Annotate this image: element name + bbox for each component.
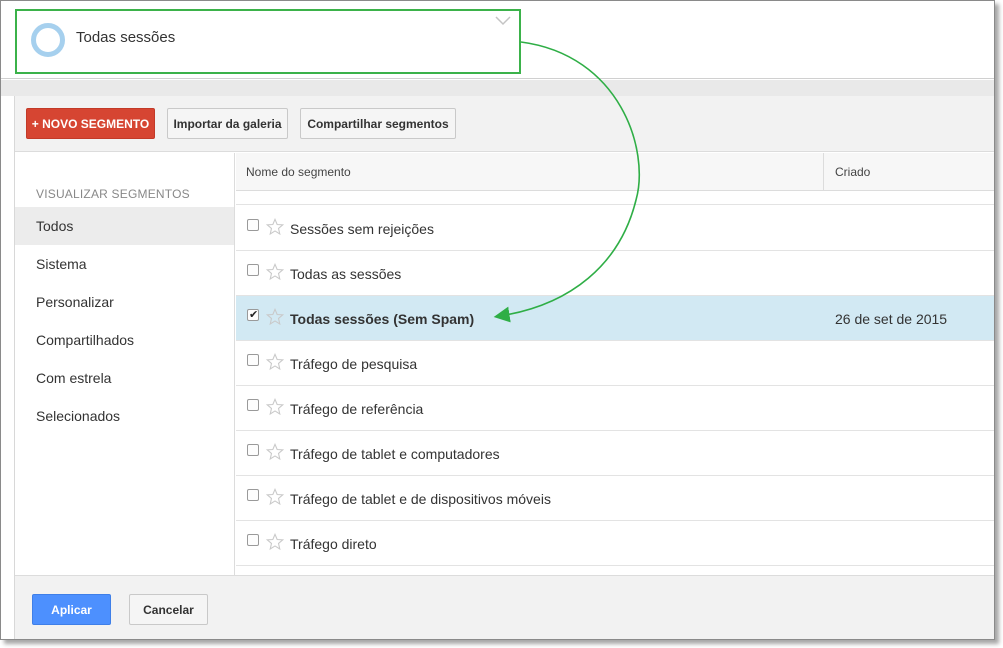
row-checkbox[interactable]: ✔ [247, 399, 259, 411]
sidebar-item-personalizar[interactable]: Personalizar [15, 283, 234, 321]
app-window: Todas sessões + NOVO SEGMENTO Importar d… [0, 0, 995, 640]
sidebar-item-todos[interactable]: Todos [15, 207, 234, 245]
segment-table: Nome do segmento Criado ✔ Sessões sem rej… [236, 153, 994, 575]
segment-name[interactable]: Tráfego de tablet e de dispositivos móve… [290, 491, 551, 507]
segment-ring-icon [31, 23, 65, 57]
table-row[interactable]: ✔ Tráfego de referência [236, 386, 994, 431]
table-row[interactable]: ✔ Tráfego de pesquisa [236, 341, 994, 386]
segment-name[interactable]: Sessões sem rejeições [290, 221, 434, 237]
table-row[interactable]: ✔ Sessões sem rejeições [236, 206, 994, 251]
star-icon[interactable] [266, 308, 284, 326]
segment-name[interactable]: Tráfego de tablet e computadores [290, 446, 500, 462]
selected-segment-card[interactable]: Todas sessões [15, 9, 521, 74]
apply-button[interactable]: Aplicar [32, 594, 111, 625]
sidebar-item-sistema[interactable]: Sistema [15, 245, 234, 283]
cancel-button[interactable]: Cancelar [129, 594, 208, 625]
table-row[interactable]: ✔ Tráfego direto [236, 521, 994, 566]
dialog-toolbar: + NOVO SEGMENTO Importar da galeria Comp… [15, 96, 994, 152]
star-icon[interactable] [266, 488, 284, 506]
import-gallery-button[interactable]: Importar da galeria [167, 108, 288, 139]
row-checkbox[interactable]: ✔ [247, 264, 259, 276]
sidebar-heading: VISUALIZAR SEGMENTOS [36, 187, 190, 201]
sidebar-item-com-estrela[interactable]: Com estrela [15, 359, 234, 397]
segment-name[interactable]: Tráfego direto [290, 536, 377, 552]
row-checkbox[interactable]: ✔ [247, 219, 259, 231]
selected-segment-title: Todas sessões [76, 29, 176, 46]
row-checkbox[interactable]: ✔ [247, 489, 259, 501]
column-header-created[interactable]: Criado [835, 165, 870, 179]
star-icon[interactable] [266, 398, 284, 416]
segment-name[interactable]: Todas sessões (Sem Spam) [290, 311, 474, 327]
segment-created-date: 26 de set de 2015 [835, 311, 948, 327]
check-icon: ✔ [249, 309, 259, 321]
segment-picker-dialog: + NOVO SEGMENTO Importar da galeria Comp… [14, 96, 994, 639]
column-header-name[interactable]: Nome do segmento [246, 165, 351, 179]
table-row[interactable]: ✔ Todas as sessões [236, 251, 994, 296]
table-row[interactable]: ✔ Tráfego de tablet e computadores [236, 431, 994, 476]
segment-bar: Todas sessões [1, 1, 994, 79]
sidebar-item-compartilhados[interactable]: Compartilhados [15, 321, 234, 359]
star-icon[interactable] [266, 533, 284, 551]
chevron-down-icon[interactable] [495, 15, 511, 27]
star-icon[interactable] [266, 443, 284, 461]
table-header: Nome do segmento Criado [236, 153, 994, 191]
segment-name[interactable]: Tráfego de referência [290, 401, 423, 417]
row-checkbox[interactable]: ✔ [247, 309, 259, 321]
row-checkbox[interactable]: ✔ [247, 444, 259, 456]
segment-sidebar: VISUALIZAR SEGMENTOS Todos Sistema Perso… [15, 153, 235, 575]
divider [1, 80, 994, 96]
segment-name[interactable]: Tráfego de pesquisa [290, 356, 417, 372]
star-icon[interactable] [266, 263, 284, 281]
row-checkbox[interactable]: ✔ [247, 534, 259, 546]
dialog-footer: Aplicar Cancelar [15, 575, 994, 639]
table-spacer [236, 191, 994, 205]
star-icon[interactable] [266, 218, 284, 236]
star-icon[interactable] [266, 353, 284, 371]
column-divider [823, 153, 824, 191]
table-row[interactable]: ✔ Todas sessões (Sem Spam) 26 de set de 20… [236, 296, 994, 341]
share-segments-button[interactable]: Compartilhar segmentos [300, 108, 456, 139]
segment-name[interactable]: Todas as sessões [290, 266, 401, 282]
row-checkbox[interactable]: ✔ [247, 354, 259, 366]
new-segment-button[interactable]: + NOVO SEGMENTO [26, 108, 155, 139]
sidebar-item-selecionados[interactable]: Selecionados [15, 397, 234, 435]
table-row[interactable]: ✔ Tráfego de tablet e de dispositivos móv… [236, 476, 994, 521]
